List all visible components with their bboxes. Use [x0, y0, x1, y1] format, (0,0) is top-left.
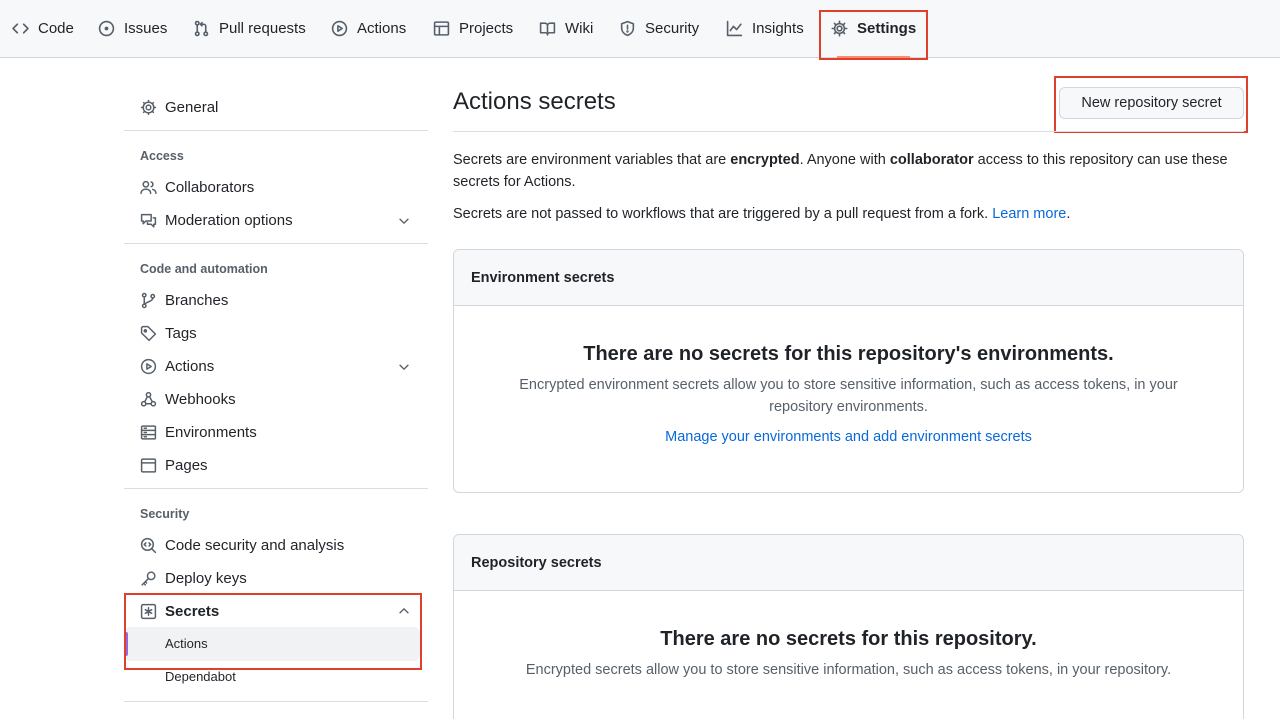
sidebar-item-pages[interactable]: Pages [140, 453, 208, 477]
sidebar-subitem-active-indicator [124, 632, 128, 656]
key-asterisk-icon [140, 603, 157, 619]
repository-secrets-header: Repository secrets [454, 535, 1243, 591]
code-icon [12, 23, 29, 34]
tab-issues[interactable]: Issues [98, 0, 167, 57]
sidebar-item-general-label: General [165, 98, 219, 116]
tab-projects[interactable]: Projects [433, 0, 513, 57]
webhook-icon [140, 391, 157, 407]
tab-insights[interactable]: Insights [726, 0, 804, 57]
intro-text: Secrets are environment variables that a… [453, 152, 731, 168]
environment-secrets-box: Environment secrets There are no secrets… [453, 249, 1244, 493]
tab-code-label: Code [38, 20, 74, 37]
people-icon [140, 180, 157, 194]
tag-icon [140, 325, 157, 341]
sidebar-item-tags-label: Tags [165, 324, 197, 342]
issue-opened-icon [98, 20, 115, 37]
sidebar-heading-access: Access [140, 149, 184, 163]
sidebar-item-general[interactable]: General [140, 95, 218, 119]
sidebar-item-deploy-keys[interactable]: Deploy keys [140, 566, 247, 590]
sidebar-item-secrets-label: Secrets [165, 602, 220, 620]
codescan-icon [140, 537, 157, 553]
sidebar-heading-code-automation: Code and automation [140, 262, 268, 276]
chevron-down-icon[interactable] [397, 360, 411, 374]
sidebar-item-environments[interactable]: Environments [140, 420, 257, 444]
tab-security[interactable]: Security [619, 0, 699, 57]
sidebar-divider [124, 488, 428, 489]
book-icon [539, 22, 556, 36]
sidebar-item-branches-label: Branches [165, 291, 229, 309]
sidebar-item-collaborators[interactable]: Collaborators [140, 175, 254, 199]
learn-more-link[interactable]: Learn more [992, 206, 1066, 222]
sidebar-item-webhooks[interactable]: Webhooks [140, 387, 236, 411]
tab-wiki[interactable]: Wiki [539, 0, 593, 57]
tab-actions-label: Actions [357, 20, 407, 37]
repository-secrets-blank-description: Encrypted secrets allow you to store sen… [525, 662, 1172, 678]
intro-text-bold: collaborator [889, 152, 974, 168]
sidebar-item-code-security[interactable]: Code security and analysis [140, 533, 344, 557]
sidebar-item-moderation-options-label: Moderation options [165, 211, 293, 229]
sidebar-item-branches[interactable]: Branches [140, 288, 228, 312]
environment-secrets-header: Environment secrets [454, 250, 1243, 306]
browser-icon [140, 457, 157, 473]
repo-nav: Code Issues Pull requests Actions Projec… [0, 0, 1280, 58]
play-icon [140, 358, 157, 374]
git-branch-icon [141, 292, 156, 308]
gear-icon [831, 20, 848, 37]
git-pull-request-icon [194, 20, 209, 37]
sidebar-divider [124, 243, 428, 244]
intro-text: . [1066, 206, 1071, 222]
environment-secrets-blank-description: Encrypted environment secrets allow you … [519, 377, 1178, 415]
sidebar-item-actions[interactable]: Actions [140, 354, 214, 378]
manage-environments-link[interactable]: Manage your environments and add environ… [454, 429, 1243, 445]
page-title: Actions secrets [453, 88, 616, 115]
tab-projects-label: Projects [459, 20, 514, 37]
intro-text-bold: encrypted [730, 152, 800, 168]
comment-discussion-icon [140, 213, 157, 228]
tab-pull-requests[interactable]: Pull requests [193, 0, 306, 57]
sidebar-item-tags[interactable]: Tags [140, 321, 197, 345]
tab-security-label: Security [645, 20, 700, 37]
key-icon [141, 570, 156, 586]
tab-settings-label: Settings [857, 20, 917, 37]
graph-icon [726, 20, 743, 37]
repository-secrets-blank-title: There are no secrets for this repository… [660, 628, 1037, 650]
sidebar-item-code-security-label: Code security and analysis [165, 536, 345, 554]
sidebar-item-environments-label: Environments [165, 423, 257, 441]
repository-secrets-box: Repository secrets There are no secrets … [453, 534, 1244, 719]
sidebar-subitem-secrets-dependabot[interactable]: Dependabot [165, 669, 236, 684]
new-repository-secret-button[interactable]: New repository secret [1059, 87, 1244, 119]
sidebar-divider [124, 701, 428, 702]
environment-secrets-blank-title: There are no secrets for this repository… [583, 343, 1114, 365]
shield-icon [620, 20, 635, 37]
sidebar-item-moderation-options[interactable]: Moderation options [140, 208, 293, 232]
tab-wiki-label: Wiki [565, 20, 594, 37]
intro-paragraph-forks: Secrets are not passed to workflows that… [453, 203, 1243, 225]
sidebar-item-collaborators-label: Collaborators [165, 178, 255, 196]
intro-text: Secrets are not passed to workflows that… [453, 206, 993, 222]
gear-icon [140, 99, 157, 115]
sidebar-subitem-secrets-actions[interactable]: Actions [165, 636, 208, 651]
tab-pull-requests-label: Pull requests [219, 20, 306, 37]
title-divider [453, 131, 1244, 132]
table-icon [433, 21, 450, 36]
chevron-up-icon[interactable] [397, 604, 411, 618]
tab-issues-label: Issues [124, 20, 168, 37]
intro-text: . Anyone with [799, 152, 890, 168]
sidebar-item-secrets[interactable]: Secrets [140, 599, 219, 623]
chevron-down-icon[interactable] [397, 214, 411, 228]
sidebar-item-deploy-keys-label: Deploy keys [165, 569, 247, 587]
sidebar-item-pages-label: Pages [165, 456, 208, 474]
intro-paragraph-encryption: Secrets are environment variables that a… [453, 149, 1243, 193]
tab-settings[interactable]: Settings [831, 0, 917, 58]
tab-code[interactable]: Code [12, 0, 74, 57]
sidebar-item-webhooks-label: Webhooks [165, 390, 236, 408]
tab-actions[interactable]: Actions [331, 0, 406, 57]
tab-insights-label: Insights [752, 20, 804, 37]
sidebar-heading-security: Security [140, 507, 190, 521]
server-icon [140, 424, 157, 440]
sidebar-item-actions-label: Actions [165, 357, 215, 375]
sidebar-divider [124, 130, 428, 131]
play-icon [331, 20, 348, 37]
